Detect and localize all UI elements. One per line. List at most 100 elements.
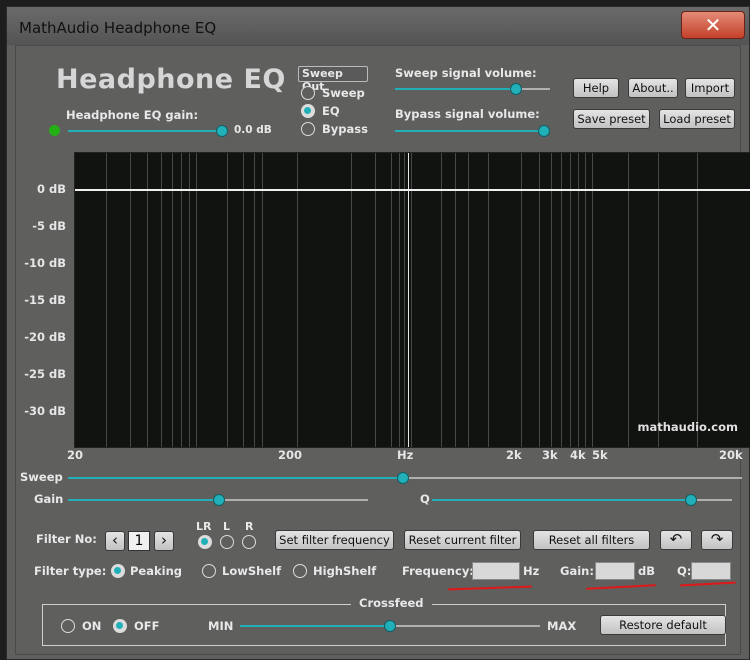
x-label-200: 200 <box>278 448 303 462</box>
bypass-volume-slider[interactable] <box>395 130 550 132</box>
type-highshelf-radio[interactable] <box>293 564 307 578</box>
y-label-30: -30 dB <box>24 404 66 418</box>
crossfeed-off-radio[interactable] <box>113 619 127 633</box>
red-annotation <box>679 581 737 587</box>
type-highshelf-label: HighShelf <box>313 564 377 578</box>
redo-button[interactable]: ↷ <box>701 530 733 550</box>
load-preset-button[interactable]: Load preset <box>659 109 735 129</box>
channel-l-label: L <box>223 520 231 533</box>
eq-gain-value: 0.0 dB <box>234 124 272 136</box>
q-slider-thumb[interactable] <box>685 494 697 506</box>
x-label-20: 20 <box>67 448 84 462</box>
next-filter-button[interactable]: › <box>154 531 174 551</box>
type-lowshelf-radio[interactable] <box>202 564 216 578</box>
help-button[interactable]: Help <box>573 78 619 98</box>
crossfeed-max-label: MAX <box>547 619 577 633</box>
undo-icon: ↶ <box>669 530 683 548</box>
main-panel: Headphone EQ Headphone EQ gain: 0.0 dB S… <box>15 45 750 655</box>
channel-r-label: R <box>245 520 254 533</box>
sweep-volume-slider-thumb[interactable] <box>510 83 522 95</box>
channel-l-radio[interactable] <box>220 535 234 549</box>
title-bar: MathAudio Headphone EQ ✕ <box>7 7 749 45</box>
type-peaking-radio[interactable] <box>111 564 125 578</box>
set-filter-frequency-button[interactable]: Set filter frequency <box>275 530 394 550</box>
filter-no-label: Filter No: <box>36 532 97 546</box>
app-title: Headphone EQ <box>56 64 286 95</box>
close-button[interactable]: ✕ <box>681 11 745 39</box>
close-icon: ✕ <box>704 13 722 37</box>
channel-r-radio[interactable] <box>242 535 256 549</box>
sweep-slider-thumb[interactable] <box>397 472 409 484</box>
type-lowshelf-label: LowShelf <box>222 564 282 578</box>
crossfeed-on-label: ON <box>82 619 102 633</box>
mode-bypass-radio[interactable] <box>301 122 315 136</box>
x-label-20k: 20k <box>719 448 743 462</box>
sweep-out-box[interactable]: Sweep Out <box>298 66 368 93</box>
sweep-slider-label: Sweep <box>20 470 63 484</box>
x-label-5k: 5k <box>592 448 608 462</box>
filter-no-field[interactable]: 1 <box>128 531 150 551</box>
restore-default-button[interactable]: Restore default <box>600 615 726 635</box>
channel-lr-radio[interactable] <box>198 535 212 549</box>
watermark: mathaudio.com <box>637 420 738 434</box>
y-label-0: 0 dB <box>36 182 66 196</box>
x-label-3k: 3k <box>542 448 558 462</box>
gain-slider-label: Gain <box>34 492 64 506</box>
eq-gain-label: Headphone EQ gain: <box>66 108 199 122</box>
x-label-4k: 4k <box>570 448 586 462</box>
gain-slider-thumb[interactable] <box>213 494 225 506</box>
x-label-hz: Hz <box>397 448 414 462</box>
red-annotation <box>447 585 533 591</box>
type-peaking-label: Peaking <box>130 564 182 578</box>
mode-sweep-label: Sweep <box>322 86 365 100</box>
undo-button[interactable]: ↶ <box>660 530 692 550</box>
bypass-volume-label: Bypass signal volume: <box>395 107 540 121</box>
eq-gain-slider[interactable] <box>68 130 223 132</box>
eq-gain-slider-thumb[interactable] <box>216 125 228 137</box>
q-slider-label: Q <box>420 492 430 506</box>
mode-bypass-label: Bypass <box>322 122 368 136</box>
save-preset-button[interactable]: Save preset <box>573 109 650 129</box>
crossfeed-min-label: MIN <box>208 619 234 633</box>
app-window: MathAudio Headphone EQ ✕ Headphone EQ He… <box>6 6 750 660</box>
crossfeed-group: Crossfeed ON OFF MIN MAX Restore default <box>42 596 726 646</box>
sweep-volume-label: Sweep signal volume: <box>395 66 537 80</box>
window-title: MathAudio Headphone EQ <box>19 19 217 37</box>
q-field[interactable] <box>691 562 731 580</box>
frequency-field[interactable] <box>472 562 520 580</box>
crossfeed-off-label: OFF <box>134 619 160 633</box>
bypass-volume-slider-thumb[interactable] <box>538 125 550 137</box>
crossfeed-on-radio[interactable] <box>61 619 75 633</box>
x-label-2k: 2k <box>506 448 522 462</box>
prev-filter-button[interactable]: ‹ <box>105 531 125 551</box>
y-label-20: -20 dB <box>24 330 66 344</box>
mode-sweep-radio[interactable] <box>301 86 315 100</box>
eq-graph[interactable]: mathaudio.com <box>74 152 750 448</box>
crossfeed-slider-thumb[interactable] <box>384 620 396 632</box>
eq-response-line <box>75 189 750 191</box>
frequency-unit: Hz <box>523 564 540 578</box>
y-label-10: -10 dB <box>24 256 66 270</box>
y-label-25: -25 dB <box>24 367 66 381</box>
q-field-label: Q: <box>677 564 692 578</box>
red-annotation <box>585 584 657 590</box>
chevron-right-icon: › <box>161 531 167 549</box>
reset-all-filters-button[interactable]: Reset all filters <box>533 530 650 550</box>
reset-current-filter-button[interactable]: Reset current filter <box>404 530 521 550</box>
filter-type-label: Filter type: <box>34 564 107 578</box>
import-button[interactable]: Import <box>685 78 735 98</box>
redo-icon: ↷ <box>710 530 724 548</box>
about-button[interactable]: About.. <box>628 78 678 98</box>
gain-unit: dB <box>638 564 655 578</box>
y-label-15: -15 dB <box>24 293 66 307</box>
chevron-left-icon: ‹ <box>112 531 118 549</box>
y-label-5: -5 dB <box>32 219 66 233</box>
status-dot-icon <box>49 125 60 136</box>
gain-field[interactable] <box>595 562 635 580</box>
mode-eq-radio[interactable] <box>301 104 315 118</box>
gain-field-label: Gain: <box>560 564 594 578</box>
crossfeed-title: Crossfeed <box>351 596 432 610</box>
mode-eq-label: EQ <box>322 104 340 118</box>
frequency-label: Frequency: <box>402 564 474 578</box>
sweep-volume-slider[interactable] <box>395 88 550 90</box>
